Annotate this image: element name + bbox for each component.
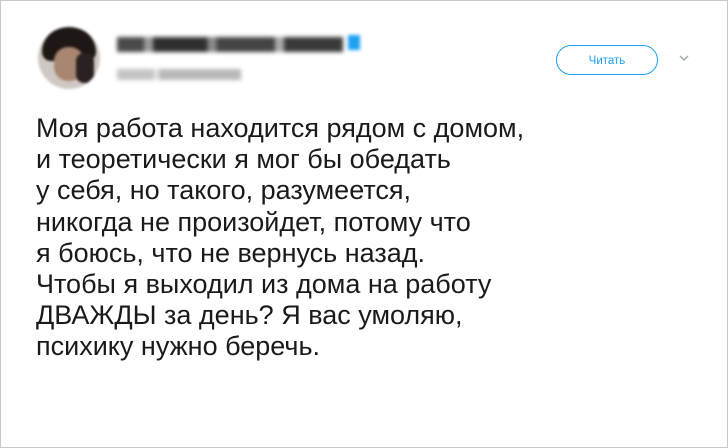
tweet-line: психику нужно беречь. [36,331,321,362]
tweet-line: я боюсь, что не вернусь назад. [36,237,426,268]
tweet-card: Читать Моя работа находится рядом с домо… [0,0,728,448]
follow-button[interactable]: Читать [556,45,658,75]
blurred-username[interactable] [117,69,241,80]
tweet-line: никогда не произойдет, потому что [36,206,471,237]
tweet-line: у себя, но такого, разумеется, [36,175,412,206]
tweet-line: и теоретически я мог бы обедать [36,144,451,175]
tweet-text: Моя работа находится рядом с домом, и те… [36,113,716,363]
tweet-line: Чтобы я выходил из дома на работу [36,269,492,300]
avatar[interactable] [38,27,100,89]
tweet-line: ДВАЖДЫ за день? Я вас умоляю, [36,300,463,331]
blurred-display-name[interactable] [117,37,343,52]
tweet-line: Моя работа находится рядом с домом, [36,113,525,143]
chevron-down-icon[interactable] [678,53,690,63]
verified-badge-icon [348,35,360,50]
